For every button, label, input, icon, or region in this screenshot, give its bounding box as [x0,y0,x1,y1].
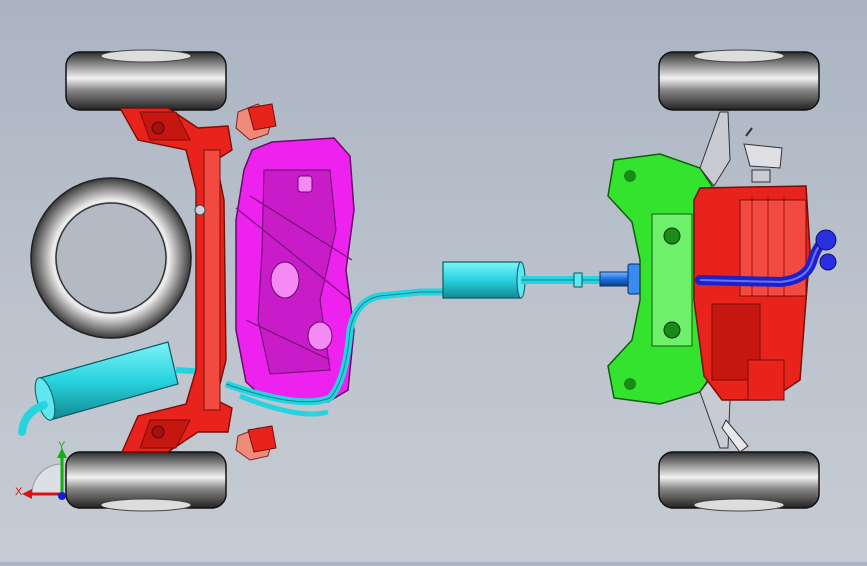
rear-left-wheel[interactable] [658,49,820,111]
z-axis-dot [58,492,66,500]
x-axis-label: X [15,486,23,498]
cad-viewport[interactable]: X Y [0,0,867,562]
spare-tire[interactable] [30,177,192,339]
y-axis-label: Y [58,440,66,452]
front-left-wheel[interactable] [65,49,227,111]
x-axis-head [22,489,32,499]
front-right-wheel[interactable] [65,451,227,512]
coordinate-triad: X Y [12,440,82,510]
rear-right-wheel[interactable] [658,451,820,512]
triad-plane [31,463,63,495]
